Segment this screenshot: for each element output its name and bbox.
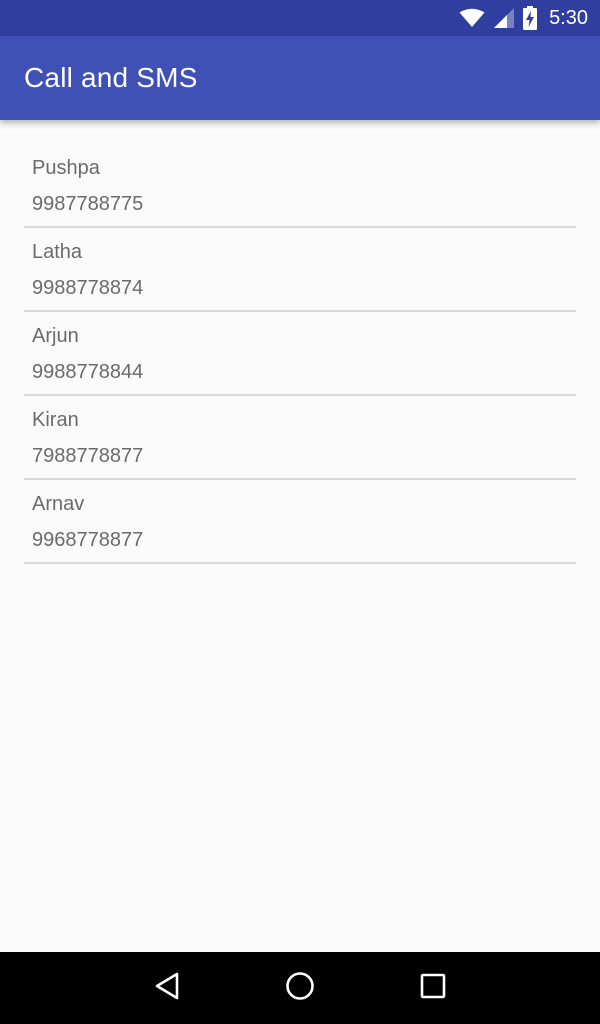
back-icon bbox=[153, 971, 181, 1006]
contact-phone: 9987788775 bbox=[32, 193, 144, 215]
contact-name: Pushpa bbox=[32, 157, 100, 179]
contact-list: Pushpa 9987788775 Latha 9988778874 Arjun… bbox=[24, 120, 576, 564]
contact-name: Arjun bbox=[32, 325, 79, 347]
navigation-bar bbox=[0, 952, 600, 1024]
contact-item[interactable]: Kiran 7988778877 bbox=[24, 396, 576, 480]
contact-phone: 9988778844 bbox=[32, 361, 144, 383]
status-icons: 5:30 bbox=[459, 6, 588, 30]
contact-item[interactable]: Pushpa 9987788775 bbox=[24, 120, 576, 228]
contact-name: Kiran bbox=[32, 409, 79, 431]
app-title: Call and SMS bbox=[24, 62, 198, 93]
status-bar: 5:30 bbox=[0, 0, 600, 36]
status-time: 5:30 bbox=[549, 6, 588, 29]
home-icon bbox=[285, 971, 315, 1006]
recents-icon bbox=[420, 973, 446, 1004]
contact-item[interactable]: Arnav 9968778877 bbox=[24, 480, 576, 564]
app-screen: 5:30 Call and SMS Pushpa 9987788775 Lath… bbox=[0, 0, 600, 1024]
contact-phone: 7988778877 bbox=[32, 445, 144, 467]
app-bar: Call and SMS bbox=[0, 36, 600, 120]
home-button[interactable] bbox=[270, 958, 330, 1018]
recents-button[interactable] bbox=[403, 958, 463, 1018]
back-button[interactable] bbox=[137, 958, 197, 1018]
cell-signal-icon bbox=[493, 7, 515, 29]
contact-phone: 9968778877 bbox=[32, 529, 144, 551]
battery-charging-icon bbox=[523, 6, 538, 30]
contact-phone: 9988778874 bbox=[32, 277, 144, 299]
contact-item[interactable]: Latha 9988778874 bbox=[24, 228, 576, 312]
contact-item[interactable]: Arjun 9988778844 bbox=[24, 312, 576, 396]
contact-name: Arnav bbox=[32, 493, 85, 515]
wifi-icon bbox=[459, 8, 485, 28]
contact-name: Latha bbox=[32, 241, 83, 263]
